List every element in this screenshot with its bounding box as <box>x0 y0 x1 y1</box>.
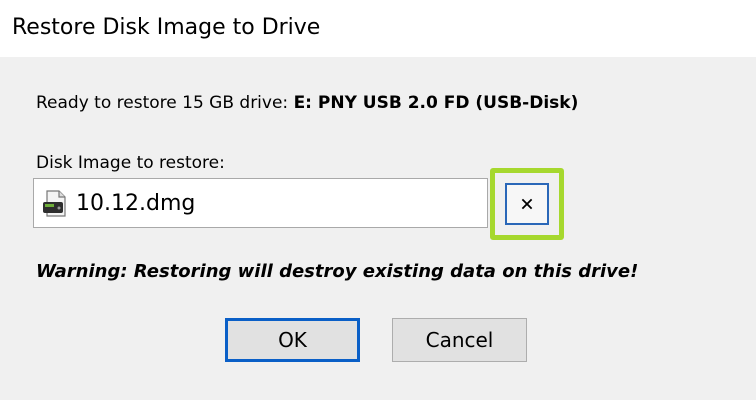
disk-image-filename: 10.12.dmg <box>76 191 196 216</box>
disk-image-file-icon <box>42 190 68 218</box>
title-bar[interactable]: Restore Disk Image to Drive <box>0 0 756 57</box>
disk-image-field[interactable]: 10.12.dmg <box>33 178 488 228</box>
restore-dialog: Restore Disk Image to Drive Ready to res… <box>0 0 756 400</box>
ready-status: Ready to restore 15 GB drive: E: PNY USB… <box>36 92 578 114</box>
target-drive-name: E: PNY USB 2.0 FD (USB-Disk) <box>293 93 579 113</box>
warning-message: Warning: Restoring will destroy existing… <box>36 261 639 282</box>
cancel-button[interactable]: Cancel <box>392 318 527 362</box>
window-title: Restore Disk Image to Drive <box>12 15 321 40</box>
close-icon <box>520 197 534 211</box>
disk-image-label: Disk Image to restore: <box>36 153 225 173</box>
clear-image-button[interactable] <box>505 183 549 225</box>
ready-status-prefix: Ready to restore 15 GB drive: <box>36 93 289 113</box>
ok-button[interactable]: OK <box>225 318 360 362</box>
